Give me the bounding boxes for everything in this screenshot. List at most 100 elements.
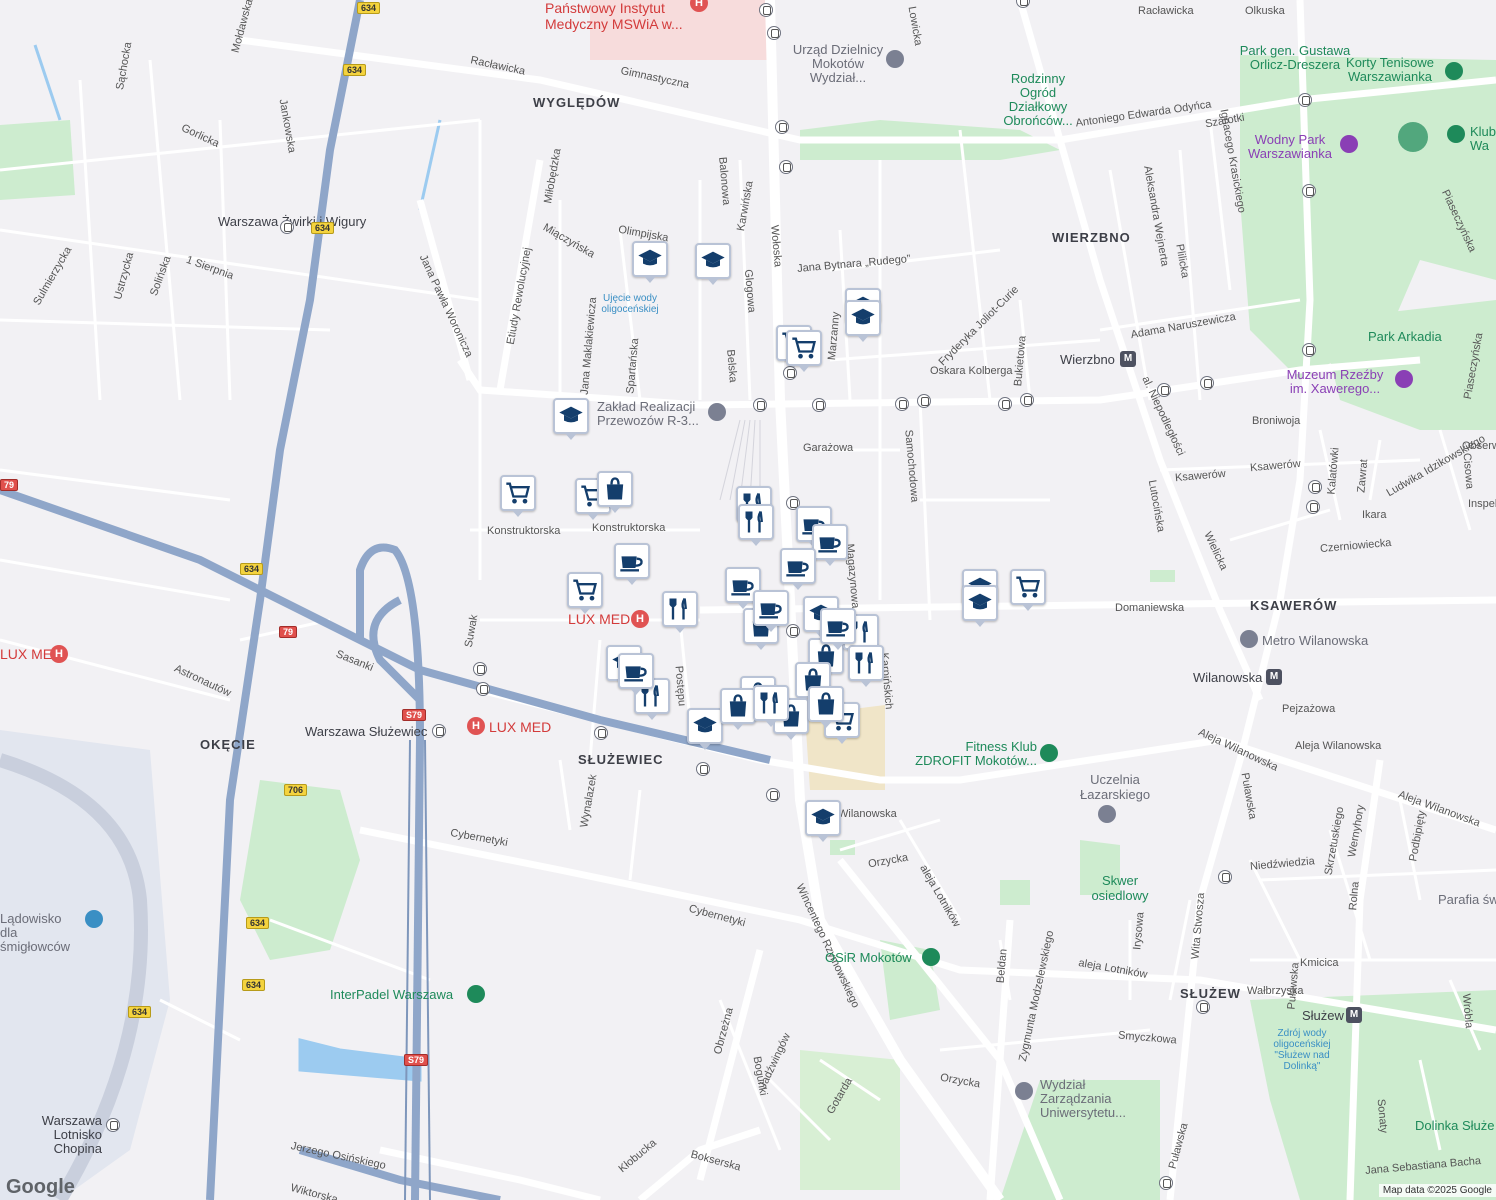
cafe-icon[interactable] (780, 548, 816, 590)
university-icon[interactable] (1098, 805, 1116, 823)
tram-stop-icon[interactable] (1302, 343, 1316, 357)
university-label: Wydział Zarządzania Uniwersytetu... (1040, 1077, 1126, 1120)
route-shield: 634 (311, 222, 335, 234)
tram-stop-icon[interactable] (1159, 1176, 1173, 1190)
train-station-icon[interactable] (280, 220, 294, 234)
map-canvas[interactable]: WYGLĘDÓW WIERZBNO KSAWERÓW OKĘCIE SŁUŻEW… (0, 0, 1496, 1200)
school-icon[interactable] (805, 800, 841, 842)
google-logo: Google (6, 1176, 75, 1198)
school-icon[interactable] (845, 300, 881, 342)
tram-stop-icon[interactable] (476, 682, 490, 696)
tennis-icon[interactable] (1445, 62, 1463, 80)
tram-stop-icon[interactable] (1157, 383, 1171, 397)
hospital-icon[interactable]: H (467, 717, 485, 735)
museum-label: Muzeum Rzeźby im. Xawerego... (1286, 367, 1384, 396)
metro-icon[interactable]: M (1120, 351, 1136, 367)
road-label: Konstruktorska (487, 525, 561, 537)
shopping-bag-icon[interactable] (597, 471, 633, 513)
station-label: Warszawa Służewiec (305, 724, 428, 739)
hospital-label: LUX MED (489, 719, 552, 735)
train-station-icon[interactable] (432, 724, 446, 738)
tram-stop-icon[interactable] (1020, 393, 1034, 407)
sport-icon[interactable] (1447, 125, 1465, 143)
route-shield: 79 (279, 626, 298, 638)
airport-icon[interactable] (85, 910, 103, 928)
hospital-icon[interactable]: H (631, 610, 649, 628)
water-source-label: Zdrój wody oligoceńskiej "Służew nad Dol… (1273, 1028, 1331, 1072)
district-label: SŁUŻEWIEC (578, 752, 664, 767)
tram-stop-icon[interactable] (1196, 1000, 1210, 1014)
tram-stop-icon[interactable] (767, 26, 781, 40)
road-label: Wilanowska (838, 808, 897, 820)
tram-stop-icon[interactable] (786, 624, 800, 638)
road-label: Ikara (1362, 509, 1387, 521)
sport-icon[interactable] (922, 948, 940, 966)
government-icon[interactable] (886, 50, 904, 68)
tram-stop-icon[interactable] (1200, 376, 1214, 390)
grocery-cart-icon[interactable] (1010, 569, 1046, 611)
tram-stop-icon[interactable] (1302, 184, 1316, 198)
tram-stop-icon[interactable] (759, 3, 773, 17)
school-icon[interactable] (687, 708, 723, 750)
tram-stop-icon[interactable] (473, 662, 487, 676)
restaurant-icon[interactable] (662, 591, 698, 633)
cafe-icon[interactable] (618, 653, 654, 695)
road-label: Olkuska (1245, 5, 1285, 17)
waterpark-icon[interactable] (1340, 135, 1358, 153)
tram-stop-icon[interactable] (753, 398, 767, 412)
cafe-icon[interactable] (614, 543, 650, 585)
district-label: OKĘCIE (200, 737, 256, 752)
shopping-bag-icon[interactable] (808, 686, 844, 728)
shopping-bag-icon[interactable] (720, 688, 756, 730)
tram-stop-icon[interactable] (917, 394, 931, 408)
train-station-icon[interactable] (106, 1118, 120, 1132)
cafe-icon[interactable] (753, 590, 789, 632)
tram-stop-icon[interactable] (895, 397, 909, 411)
school-icon[interactable] (695, 243, 731, 285)
metro-icon[interactable]: M (1266, 669, 1282, 685)
tram-stop-icon[interactable] (696, 762, 710, 776)
sport-icon[interactable] (467, 985, 485, 1003)
road-label: Rolna (1347, 881, 1362, 911)
tram-stop-icon[interactable] (1308, 480, 1322, 494)
restaurant-icon[interactable] (738, 504, 774, 546)
road-label: Racławicka (1138, 5, 1194, 17)
restaurant-icon[interactable] (753, 685, 789, 727)
metro-icon[interactable]: M (1346, 1007, 1362, 1023)
route-shield: 706 (284, 784, 308, 796)
fitness-label: Fitness Klub ZDROFIT Mokotów... (915, 739, 1037, 768)
road-label: Domaniewska (1115, 602, 1185, 614)
road-label: Garażowa (803, 442, 854, 454)
tram-stop-icon[interactable] (1218, 870, 1232, 884)
cafe-icon[interactable] (820, 608, 856, 650)
cafe-icon[interactable] (812, 524, 848, 566)
tram-stop-icon[interactable] (766, 788, 780, 802)
school-icon[interactable] (632, 241, 668, 283)
district-label: SŁUŻEW (1180, 986, 1241, 1001)
fitness-icon[interactable] (1040, 744, 1058, 762)
tram-stop-icon[interactable] (812, 398, 826, 412)
museum-icon[interactable] (1395, 370, 1413, 388)
university-icon[interactable] (1015, 1082, 1033, 1100)
tram-stop-icon[interactable] (998, 397, 1012, 411)
school-icon[interactable] (553, 398, 589, 440)
grocery-cart-icon[interactable] (786, 330, 822, 372)
route-shield: S79 (402, 709, 427, 721)
tram-stop-icon[interactable] (1306, 500, 1320, 514)
tram-stop-icon[interactable] (775, 120, 789, 134)
government-icon[interactable] (708, 403, 726, 421)
building-icon[interactable] (1240, 630, 1258, 648)
restaurant-icon[interactable] (848, 645, 884, 687)
grocery-cart-icon[interactable] (500, 475, 536, 517)
route-shield: 634 (343, 64, 367, 76)
route-shield: 634 (246, 917, 270, 929)
route-shield: 634 (242, 979, 266, 991)
tram-stop-icon[interactable] (1298, 93, 1312, 107)
tram-stop-icon[interactable] (783, 366, 797, 380)
school-icon[interactable] (962, 585, 998, 627)
park-icon[interactable] (1398, 122, 1428, 152)
tram-stop-icon[interactable] (779, 160, 793, 174)
tram-stop-icon[interactable] (594, 726, 608, 740)
hospital-icon[interactable]: H (50, 645, 68, 663)
grocery-cart-icon[interactable] (567, 572, 603, 614)
